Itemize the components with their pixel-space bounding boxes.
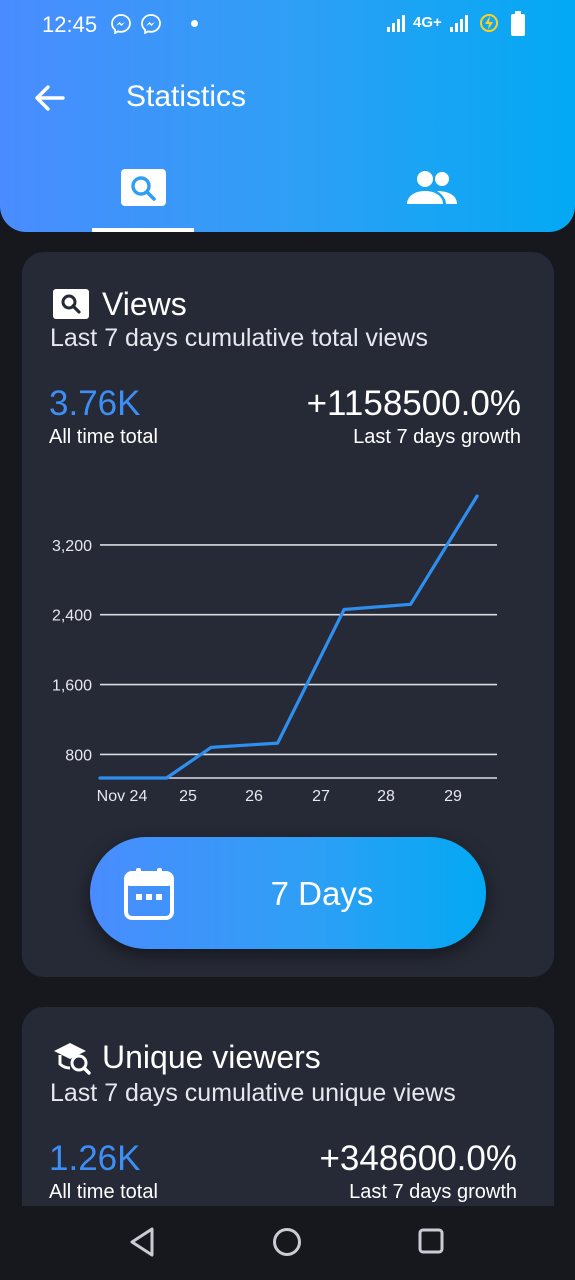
back-arrow-icon[interactable]	[30, 80, 68, 116]
x-tick-label: 26	[245, 788, 263, 805]
series-line	[98, 494, 479, 780]
date-range-button[interactable]: 7 Days	[90, 837, 486, 949]
system-nav-bar	[0, 1206, 575, 1280]
growth-label: Last 7 days growth	[349, 1181, 517, 1203]
y-tick-label: 1,600	[52, 678, 92, 695]
x-tick-label: Nov 24	[97, 788, 148, 805]
people-icon	[407, 171, 457, 204]
growth-value: +348600.0%	[319, 1139, 517, 1178]
growth-stat: +348600.0% Last 7 days growth	[319, 1139, 517, 1204]
network-type: 4G+	[413, 14, 442, 31]
graduation-search-icon	[54, 1043, 91, 1075]
views-card: Views Last 7 days cumulative total views…	[22, 252, 554, 977]
nav-back-icon[interactable]	[128, 1226, 158, 1258]
search-box-icon	[121, 169, 166, 206]
signal-icon	[450, 15, 468, 32]
tab-views[interactable]	[92, 160, 194, 232]
y-tick-label: 3,200	[52, 538, 92, 555]
card-title: Unique viewers	[102, 1039, 321, 1075]
y-tick-label: 800	[65, 747, 92, 764]
battery-icon	[511, 11, 525, 36]
x-tick-label: 25	[179, 788, 197, 805]
all-time-total: 1.26K All time total	[49, 1139, 158, 1204]
app-header: 12:45 4G+ Statistics	[0, 0, 575, 232]
card-subtitle: Last 7 days cumulative unique views	[50, 1079, 456, 1107]
date-range-label: 7 Days	[270, 875, 374, 912]
status-time: 12:45	[42, 12, 98, 37]
status-bar: 12:45 4G+	[0, 0, 575, 50]
messenger-icon	[111, 14, 131, 34]
nav-home-icon[interactable]	[272, 1227, 302, 1257]
battery-saver-icon	[480, 14, 498, 32]
notification-dot-icon	[191, 20, 198, 27]
tab-indicator	[92, 228, 194, 232]
x-tick-label: 28	[377, 788, 395, 805]
messenger-icon	[141, 14, 161, 34]
y-tick-label: 2,400	[52, 608, 92, 625]
views-line-chart: 800 1,600 2,400 3,200 Nov 24 25 26 27 28 29	[52, 494, 497, 805]
unique-viewers-card: Unique viewers Last 7 days cumulative un…	[22, 1007, 554, 1227]
tab-viewers[interactable]	[381, 160, 483, 232]
nav-recents-icon[interactable]	[418, 1228, 444, 1254]
total-label: All time total	[49, 1181, 158, 1203]
signal-icon	[387, 15, 405, 32]
x-tick-label: 29	[444, 788, 462, 805]
page-title: Statistics	[126, 80, 247, 113]
x-tick-label: 27	[312, 788, 330, 805]
total-value: 1.26K	[49, 1139, 141, 1178]
